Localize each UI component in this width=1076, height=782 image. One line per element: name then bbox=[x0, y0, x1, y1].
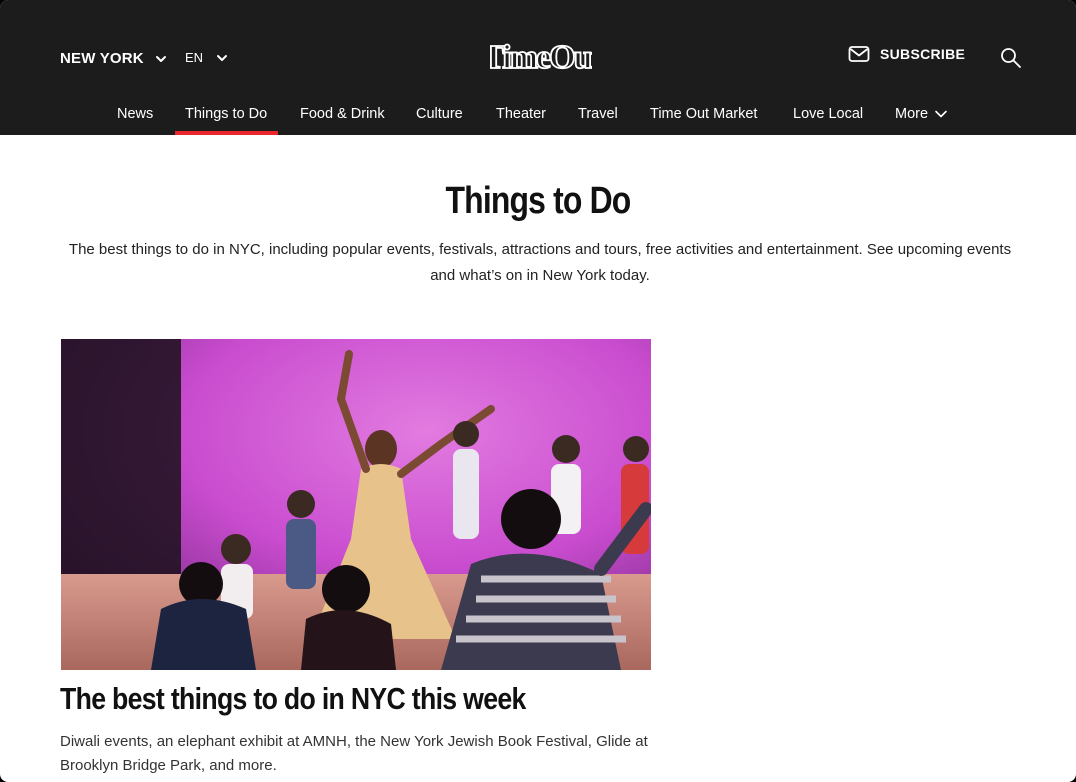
nav-label: Time Out Market bbox=[650, 106, 758, 122]
feature-description: Diwali events, an elephant exhibit at AM… bbox=[60, 733, 648, 774]
logo-text: TimeOut bbox=[490, 39, 592, 76]
timeout-logo[interactable]: TimeOut bbox=[490, 36, 592, 78]
nav-label: More bbox=[895, 106, 929, 122]
city-label: NEW YORK bbox=[60, 50, 144, 67]
nav-item-more[interactable]: More bbox=[895, 106, 948, 122]
nav-item-travel[interactable]: Travel bbox=[578, 106, 618, 122]
dance-photo bbox=[61, 339, 651, 670]
nav-label: Food & Drink bbox=[300, 106, 385, 122]
language-selector[interactable]: EN bbox=[185, 50, 229, 65]
subscribe-label: SUBSCRIBE bbox=[880, 46, 966, 62]
subscribe-button[interactable]: SUBSCRIBE bbox=[848, 45, 965, 63]
nav-label: Theater bbox=[496, 106, 546, 122]
page-intro: The best things to do in NYC, including … bbox=[68, 241, 1012, 284]
nav-item-food-drink[interactable]: Food & Drink bbox=[300, 106, 385, 122]
nav-label: Things to Do bbox=[185, 106, 268, 122]
nav-item-love-local[interactable]: Love Local bbox=[793, 106, 863, 122]
nav-item-culture[interactable]: Culture bbox=[416, 106, 463, 122]
city-selector[interactable]: NEW YORK bbox=[60, 50, 168, 67]
chevron-down-icon bbox=[155, 55, 166, 62]
search-icon[interactable] bbox=[1000, 47, 1022, 69]
nav-item-news[interactable]: News bbox=[117, 106, 153, 122]
site-header: NEW YORK EN TimeOut SUBSCRIBE bbox=[0, 0, 1076, 135]
nav-item-time-out-market[interactable]: Time Out Market bbox=[650, 106, 757, 122]
nav-item-things-to-do[interactable]: Things to Do bbox=[174, 106, 279, 135]
mail-icon bbox=[848, 46, 870, 62]
page: NEW YORK EN TimeOut SUBSCRIBE bbox=[0, 0, 1076, 782]
top-bar: NEW YORK EN TimeOut SUBSCRIBE bbox=[0, 0, 1076, 95]
chevron-down-icon bbox=[935, 110, 947, 118]
nav-label: Travel bbox=[578, 106, 618, 122]
nav-item-theater[interactable]: Theater bbox=[496, 106, 546, 122]
chevron-down-icon bbox=[217, 54, 228, 61]
feature-title[interactable]: The best things to do in NYC this week bbox=[60, 681, 610, 717]
main-nav: News Things to Do Food & Drink Culture T… bbox=[0, 95, 1076, 135]
page-title: Things to Do bbox=[445, 180, 632, 222]
nav-label: Culture bbox=[416, 106, 463, 122]
nav-label: News bbox=[117, 106, 154, 122]
nav-label: Love Local bbox=[793, 106, 864, 122]
language-label: EN bbox=[185, 50, 204, 65]
feature-image[interactable] bbox=[61, 339, 651, 670]
